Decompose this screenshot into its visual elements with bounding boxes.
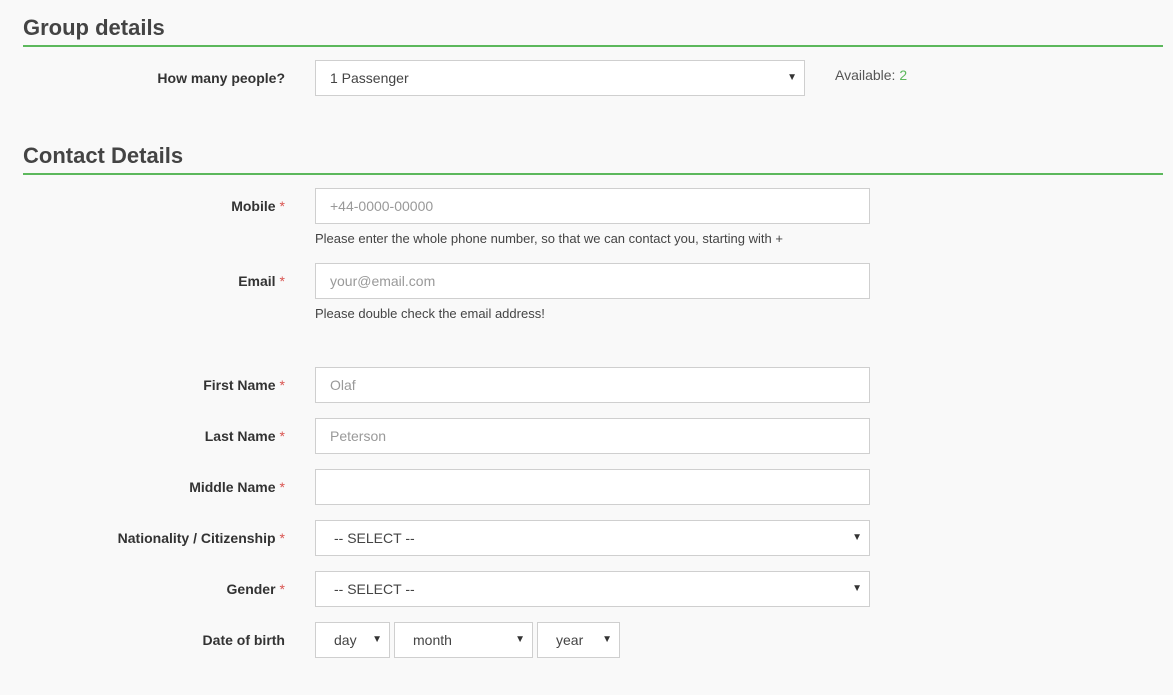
gender-label: Gender *: [227, 581, 285, 597]
required-asterisk: *: [279, 530, 285, 546]
contact-details-title: Contact Details: [23, 143, 184, 168]
dob-label: Date of birth: [202, 632, 285, 648]
required-asterisk: *: [279, 479, 285, 495]
booking-form-page: Group details How many people? 1 Passeng…: [0, 0, 1173, 695]
last-name-field[interactable]: [315, 418, 870, 454]
email-help-text: Please double check the email address!: [315, 306, 545, 321]
first-name-label: First Name *: [203, 377, 285, 393]
email-input[interactable]: [330, 265, 855, 297]
middle-name-field[interactable]: [315, 469, 870, 505]
middle-name-input[interactable]: [330, 471, 855, 503]
first-name-input[interactable]: [330, 369, 855, 401]
required-asterisk: *: [279, 377, 285, 393]
caret-down-icon: ▼: [787, 72, 797, 83]
gender-value: -- SELECT --: [334, 581, 415, 597]
dob-day-value: day: [334, 632, 357, 648]
required-asterisk: *: [279, 581, 285, 597]
first-name-label-text: First Name: [203, 377, 276, 393]
dob-year-select[interactable]: year ▼: [537, 622, 620, 658]
required-asterisk: *: [279, 273, 285, 289]
mobile-label-text: Mobile: [231, 198, 276, 214]
email-field[interactable]: [315, 263, 870, 299]
mobile-field[interactable]: [315, 188, 870, 224]
available-count: 2: [899, 67, 908, 83]
dob-day-select[interactable]: day ▼: [315, 622, 390, 658]
people-count-value: 1 Passenger: [330, 70, 409, 86]
dob-month-value: month: [413, 632, 452, 648]
caret-down-icon: ▼: [515, 634, 525, 645]
caret-down-icon: ▼: [372, 634, 382, 645]
last-name-label: Last Name *: [205, 428, 285, 444]
caret-down-icon: ▼: [852, 532, 862, 543]
email-label: Email *: [238, 273, 285, 289]
dob-month-select[interactable]: month ▼: [394, 622, 533, 658]
first-name-field[interactable]: [315, 367, 870, 403]
people-count-label: How many people?: [157, 70, 285, 86]
required-asterisk: *: [279, 198, 285, 214]
email-label-text: Email: [238, 273, 276, 289]
nationality-label: Nationality / Citizenship *: [118, 530, 285, 546]
dob-year-value: year: [556, 632, 584, 648]
last-name-label-text: Last Name: [204, 428, 276, 444]
group-details-divider: [23, 45, 1163, 47]
available-label: Available:: [835, 67, 896, 83]
nationality-select[interactable]: -- SELECT -- ▼: [315, 520, 870, 556]
availability-indicator: Available: 2: [835, 67, 907, 83]
nationality-label-text: Nationality / Citizenship: [117, 530, 276, 546]
mobile-help-text: Please enter the whole phone number, so …: [315, 231, 783, 246]
contact-details-divider: [23, 173, 1163, 175]
mobile-label: Mobile *: [231, 198, 285, 214]
last-name-input[interactable]: [330, 420, 855, 452]
required-asterisk: *: [279, 428, 285, 444]
group-details-title: Group details: [23, 15, 165, 40]
nationality-value: -- SELECT --: [334, 530, 415, 546]
caret-down-icon: ▼: [602, 634, 612, 645]
people-count-select[interactable]: 1 Passenger ▼: [315, 60, 805, 96]
middle-name-label: Middle Name *: [189, 479, 285, 495]
middle-name-label-text: Middle Name: [189, 479, 276, 495]
caret-down-icon: ▼: [852, 583, 862, 594]
gender-label-text: Gender: [226, 581, 276, 597]
gender-select[interactable]: -- SELECT -- ▼: [315, 571, 870, 607]
mobile-input[interactable]: [330, 190, 855, 222]
